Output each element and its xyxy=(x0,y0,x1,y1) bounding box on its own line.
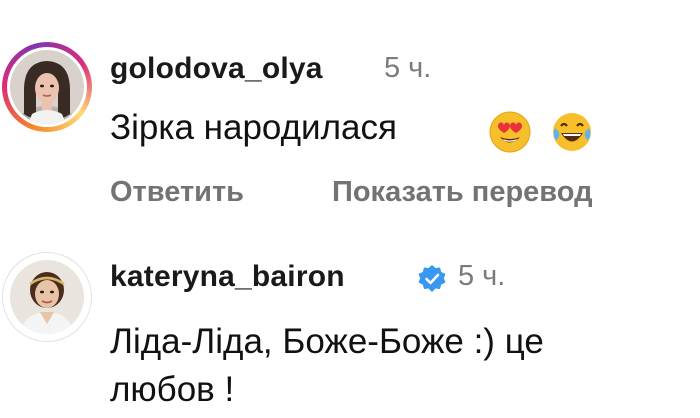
comment-timestamp: 5 ч. xyxy=(384,52,432,84)
avatar-frame xyxy=(7,257,87,337)
comment-item: kateryna_bairon 5 ч. Ліда-Ліда, Боже-Бож… xyxy=(0,232,700,418)
reply-button[interactable]: Ответить xyxy=(110,176,244,209)
verified-badge-icon xyxy=(418,265,446,292)
username[interactable]: golodova_olya xyxy=(110,52,323,86)
comment-text-line: Ліда-Ліда, Боже-Боже :) це xyxy=(110,322,544,361)
comment-text-line: любов ! xyxy=(110,370,235,409)
comments-feed: golodova_olya 5 ч. Зірка народилася Отве… xyxy=(0,0,700,418)
comment-timestamp: 5 ч. xyxy=(458,260,506,292)
avatar-story-ring[interactable] xyxy=(2,42,92,132)
avatar-image xyxy=(10,50,84,124)
show-translation-button[interactable]: Показать перевод xyxy=(332,176,592,209)
tears-of-joy-emoji-icon xyxy=(553,113,591,151)
avatar-image xyxy=(10,260,84,334)
avatar xyxy=(10,50,84,124)
comment-text: Зірка народилася xyxy=(110,104,690,152)
username[interactable]: kateryna_bairon xyxy=(110,260,345,294)
comment-text: Ліда-Ліда, Боже-Боже :) це любов ! xyxy=(110,318,690,414)
comment-text-content: Зірка народилася xyxy=(110,108,397,147)
avatar xyxy=(10,260,84,334)
heart-eyes-emoji-icon xyxy=(489,111,531,153)
comment-item: golodova_olya 5 ч. Зірка народилася Отве… xyxy=(0,0,700,220)
avatar-ring[interactable] xyxy=(2,252,92,342)
avatar-frame xyxy=(7,47,87,127)
